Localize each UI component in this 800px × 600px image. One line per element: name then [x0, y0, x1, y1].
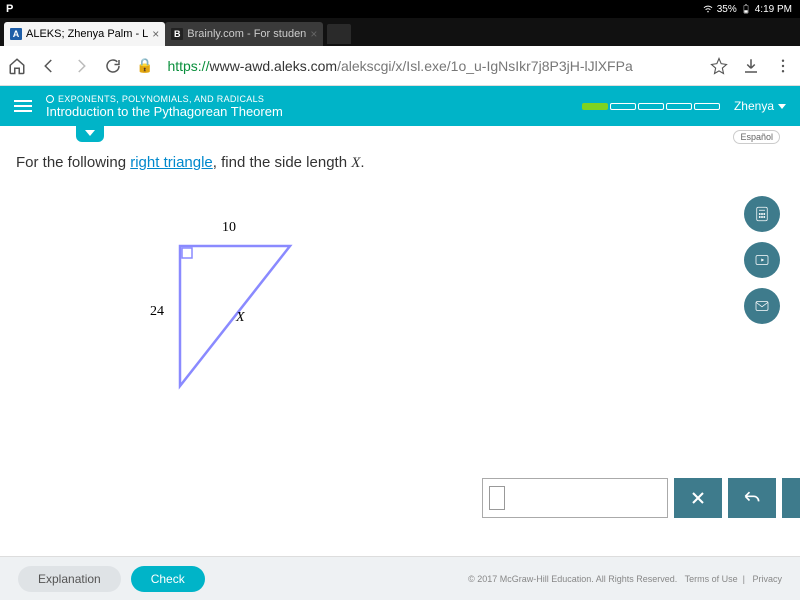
url-field[interactable]: https://www-awd.aleks.com/alekscgi/x/Isl… [167, 58, 696, 74]
expand-tab[interactable] [76, 124, 104, 142]
answer-input[interactable] [482, 478, 668, 518]
copyright: © 2017 McGraw-Hill Education. All Rights… [468, 574, 782, 584]
favicon-aleks: A [10, 28, 22, 40]
explanation-button[interactable]: Explanation [18, 566, 121, 592]
message-button[interactable] [744, 288, 780, 324]
menu-icon[interactable] [774, 57, 792, 75]
check-button[interactable]: Check [131, 566, 205, 592]
terms-link[interactable]: Terms of Use [685, 574, 738, 584]
calculator-button[interactable] [744, 196, 780, 232]
side-label-hyp: X [236, 310, 245, 326]
chevron-down-icon [778, 104, 786, 109]
download-icon[interactable] [742, 57, 760, 75]
hamburger-icon[interactable] [14, 100, 32, 112]
reload-icon[interactable] [104, 57, 122, 75]
back-icon[interactable] [40, 57, 58, 75]
star-icon[interactable] [710, 57, 728, 75]
progress-seg [666, 103, 692, 110]
video-button[interactable] [744, 242, 780, 278]
lesson-title: Introduction to the Pythagorean Theorem [46, 104, 568, 119]
browser-tab-strip: A ALEKS; Zhenya Palm - L × B Brainly.com… [0, 18, 800, 46]
forward-icon[interactable] [72, 57, 90, 75]
input-cursor-box [489, 486, 505, 510]
new-tab-button[interactable] [327, 24, 351, 44]
progress-seg [582, 103, 608, 110]
language-toggle[interactable]: Español [733, 130, 780, 144]
battery-pct: 35% [717, 4, 737, 15]
clock: 4:19 PM [755, 4, 792, 15]
undo-button[interactable] [728, 478, 776, 518]
progress-seg [694, 103, 720, 110]
answer-row [482, 478, 800, 518]
battery-icon [741, 4, 751, 14]
wifi-icon [703, 4, 713, 14]
more-button[interactable] [782, 478, 800, 518]
progress-seg [610, 103, 636, 110]
status-app-icon: P [6, 3, 13, 15]
side-label-left: 24 [150, 304, 164, 320]
user-menu[interactable]: Zhenya [734, 99, 786, 113]
lock-icon: 🔒 [136, 57, 153, 74]
aleks-header: EXPONENTS, POLYNOMIALS, AND RADICALS Int… [0, 86, 800, 126]
android-status-bar: P 35% 4:19 PM [0, 0, 800, 18]
question-prompt: For the following right triangle, find t… [16, 154, 788, 172]
sub-bar: Español [0, 126, 800, 144]
close-icon[interactable]: × [152, 27, 159, 41]
tool-column [744, 196, 780, 324]
favicon-brainly: B [171, 28, 183, 40]
tab-title: ALEKS; Zhenya Palm - L [26, 28, 148, 40]
category-label: EXPONENTS, POLYNOMIALS, AND RADICALS [46, 94, 568, 104]
chevron-down-icon [85, 130, 95, 136]
privacy-link[interactable]: Privacy [752, 574, 782, 584]
progress-bar [582, 103, 720, 110]
content-area: For the following right triangle, find t… [0, 146, 800, 544]
tab-title: Brainly.com - For studen [187, 28, 306, 40]
side-label-top: 10 [222, 220, 236, 236]
ring-icon [46, 95, 54, 103]
progress-seg [638, 103, 664, 110]
triangle-figure: 10 24 X [160, 226, 330, 411]
lesson-titles: EXPONENTS, POLYNOMIALS, AND RADICALS Int… [46, 94, 568, 119]
footer: Explanation Check © 2017 McGraw-Hill Edu… [0, 556, 800, 600]
browser-tab-aleks[interactable]: A ALEKS; Zhenya Palm - L × [4, 22, 165, 46]
browser-tab-brainly[interactable]: B Brainly.com - For studen × [165, 22, 323, 46]
clear-button[interactable] [674, 478, 722, 518]
browser-toolbar: 🔒 https://www-awd.aleks.com/alekscgi/x/I… [0, 46, 800, 86]
close-icon[interactable]: × [310, 27, 317, 41]
term-link[interactable]: right triangle [130, 154, 213, 171]
home-icon[interactable] [8, 57, 26, 75]
